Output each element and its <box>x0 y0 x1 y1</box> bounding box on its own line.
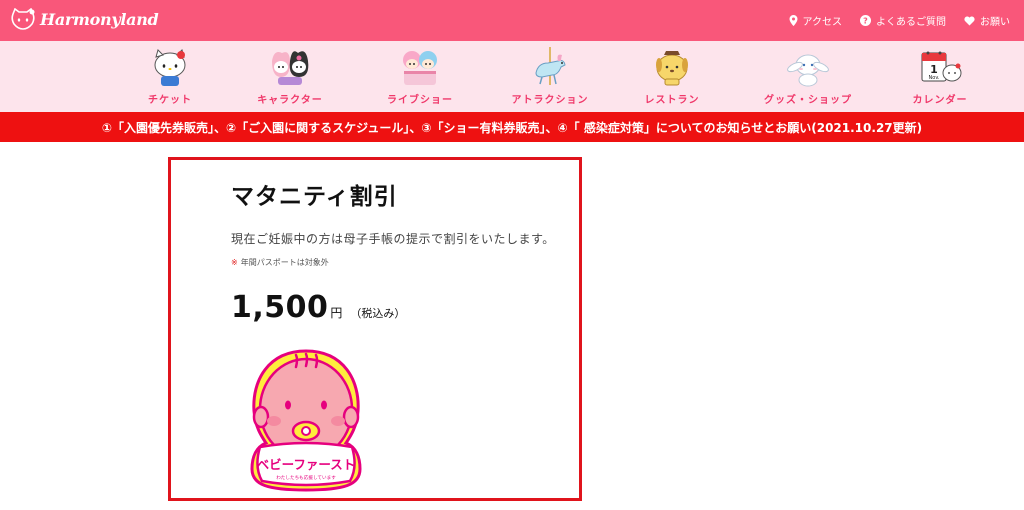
note-text: 年間パスポートは対象外 <box>240 258 329 267</box>
hello-kitty-icon <box>154 49 186 86</box>
utility-links: アクセス ? よくあるご質問 お願い <box>789 13 1010 28</box>
badge-sub-text: わたしたちも応援しています <box>276 474 336 481</box>
tax-note: （税込み） <box>350 307 406 320</box>
note-mark: ※ <box>231 258 238 267</box>
carousel-horse-icon <box>535 47 566 85</box>
page-title: マタニティ割引 <box>231 184 398 210</box>
price-unit: 円 <box>330 306 343 320</box>
nav-item-calendar[interactable]: 1 Nov. カレンダー <box>880 41 1000 112</box>
faq-link-label: よくあるご質問 <box>876 17 946 28</box>
cinnamoroll-icon <box>787 54 829 87</box>
svg-text:?: ? <box>863 17 868 26</box>
price-row: 1,500 円 （税込み） <box>231 290 405 325</box>
request-link-label: お願い <box>980 17 1010 28</box>
badge-main-text: ベビーファースト <box>257 457 356 472</box>
faq-link[interactable]: ? よくあるご質問 <box>860 13 946 28</box>
exclusion-note: ※ 年間パスポートは対象外 <box>231 257 329 268</box>
top-header: Harmonyland アクセス ? よくあるご質問 お願い <box>0 0 1024 41</box>
nav-label-character: キャラクター <box>257 95 323 106</box>
discount-description: 現在ご妊娠中の方は母子手帳の提示で割引をいたします。 <box>231 232 555 246</box>
site-logo[interactable]: Harmonyland <box>10 8 159 30</box>
calendar-month: Nov. <box>929 75 940 81</box>
price-value: 1,500 <box>231 290 329 325</box>
little-twin-stars-icon <box>403 51 437 85</box>
access-link-label: アクセス <box>802 17 843 28</box>
question-icon: ? <box>860 15 871 26</box>
nav-item-goods-shop[interactable]: グッズ・ショップ <box>748 41 868 112</box>
nav-item-ticket[interactable]: チケット <box>110 41 230 112</box>
nav-label-liveshow: ライブショー <box>387 95 453 106</box>
nav-label-calendar: カレンダー <box>912 95 968 106</box>
pompompurin-icon <box>656 51 688 86</box>
nav-item-character[interactable]: キャラクター <box>230 41 350 112</box>
notice-banner[interactable]: ①「入園優先券販売」、②「ご入園に関するスケジュール」、③「ショー有料券販売」、… <box>0 112 1024 142</box>
access-link[interactable]: アクセス <box>789 13 843 28</box>
baby-first-badge: ベビーファースト わたしたちも応援しています <box>250 349 362 492</box>
category-nav: チケット キャラクター ライブショー アトラクション レストラン グッズ・ショッ… <box>0 41 1024 112</box>
kitty-logo-icon <box>11 8 35 30</box>
nav-label-goods-shop: グッズ・ショップ <box>764 95 852 106</box>
nav-label-restaurant: レストラン <box>644 95 700 106</box>
kuromi-melody-icon <box>272 51 309 85</box>
heart-icon <box>964 15 975 25</box>
request-link[interactable]: お願い <box>964 13 1010 28</box>
nav-item-restaurant[interactable]: レストラン <box>612 41 732 112</box>
calendar-kitty-icon: 1 Nov. <box>921 51 962 82</box>
pin-icon <box>789 15 797 26</box>
logo-text: Harmonyland <box>40 9 159 29</box>
nav-label-attraction: アトラクション <box>511 95 589 106</box>
nav-label-ticket: チケット <box>148 95 192 106</box>
nav-item-attraction[interactable]: アトラクション <box>490 41 610 112</box>
nav-item-liveshow[interactable]: ライブショー <box>360 41 480 112</box>
maternity-discount-card: マタニティ割引 現在ご妊娠中の方は母子手帳の提示で割引をいたします。 ※ 年間パス… <box>168 157 582 501</box>
